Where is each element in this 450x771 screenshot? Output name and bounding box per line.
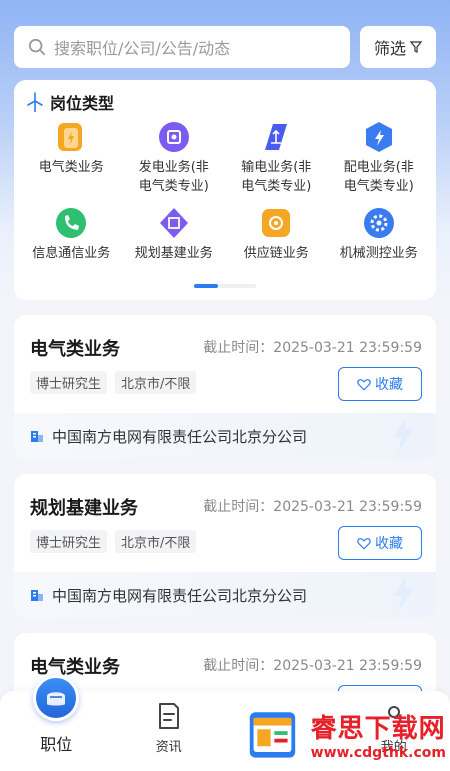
category-label: 配电业务(非 电气类专业): [343, 160, 414, 194]
battery-icon: [58, 123, 83, 151]
watermark-logo-icon: [249, 712, 296, 758]
jobs-tab-icon: [33, 675, 80, 721]
job-category-card: 岗位类型 电气类业务 发电业务(非 电气类专业) 输电业务(非 电气类专业) 配…: [14, 80, 436, 300]
phone-icon: [56, 208, 87, 238]
search-row: 搜索职位/公司/公告/动态 筛选: [14, 26, 436, 68]
job-tags: 博士研究生 北京市/不限: [30, 371, 197, 394]
category-label: 机械测控业务: [339, 246, 418, 261]
category-label: 信息通信业务: [32, 246, 111, 261]
category-header: 岗位类型: [20, 90, 430, 114]
category-item-electrical[interactable]: 电气类业务: [20, 118, 123, 204]
tag-location: 北京市/不限: [115, 530, 197, 553]
favorite-button[interactable]: 收藏: [338, 526, 422, 560]
tab-jobs-label: 职位: [40, 735, 73, 754]
distribution-icon: [365, 122, 392, 152]
job-title: 规划基建业务: [30, 498, 138, 519]
job-card[interactable]: 电气类业务 截止时间：2025-03-21 23:59:59 博士研究生 北京市…: [14, 315, 436, 459]
carousel-indicator: [194, 284, 256, 288]
building-icon: [31, 590, 43, 601]
tab-jobs[interactable]: 职位: [0, 675, 113, 771]
heart-icon: [357, 378, 371, 391]
favorite-button[interactable]: 收藏: [338, 367, 422, 401]
indicator-active: [194, 284, 218, 288]
category-item-power-gen[interactable]: 发电业务(非 电气类专业): [123, 118, 226, 204]
watermark-url: www.cdgthk.com: [310, 744, 446, 761]
job-card[interactable]: 规划基建业务 截止时间：2025-03-21 23:59:59 博士研究生 北京…: [14, 474, 436, 618]
tag-education: 博士研究生: [30, 530, 108, 553]
building-icon: [31, 431, 43, 442]
watermark-name: 睿思下载网: [310, 713, 446, 744]
job-deadline: 截止时间：2025-03-21 23:59:59: [203, 499, 422, 515]
transmission-icon: [265, 124, 288, 150]
category-label: 供应链业务: [243, 246, 309, 261]
category-grid: 电气类业务 发电业务(非 电气类专业) 输电业务(非 电气类专业) 配电业务(非…: [20, 118, 430, 270]
tag-education: 博士研究生: [30, 371, 108, 394]
company-row[interactable]: 中国南方电网有限责任公司北京分公司: [14, 572, 436, 618]
briefcase-icon: [47, 692, 66, 706]
search-placeholder: 搜索职位/公司/公告/动态: [54, 39, 231, 58]
heart-icon: [357, 537, 371, 550]
search-icon: [28, 38, 46, 56]
tab-news[interactable]: 资讯: [113, 691, 226, 771]
favorite-label: 收藏: [375, 377, 403, 393]
lightning-decoration-icon: [394, 576, 414, 612]
category-item-telecom[interactable]: 信息通信业务: [20, 204, 123, 270]
planning-icon: [159, 208, 188, 238]
company-name: 中国南方电网有限责任公司北京分公司: [52, 427, 308, 446]
category-item-supply-chain[interactable]: 供应链业务: [225, 204, 328, 270]
job-title: 电气类业务: [30, 657, 120, 678]
category-label: 发电业务(非 电气类专业): [138, 160, 209, 194]
job-deadline: 截止时间：2025-03-21 23:59:59: [203, 340, 422, 356]
category-label: 输电业务(非 电气类专业): [241, 160, 312, 194]
power-gen-icon: [158, 122, 189, 152]
job-deadline: 截止时间：2025-03-21 23:59:59: [203, 658, 422, 674]
indicator-inactive: [218, 284, 256, 288]
category-item-planning[interactable]: 规划基建业务: [123, 204, 226, 270]
category-item-transmission[interactable]: 输电业务(非 电气类专业): [225, 118, 328, 204]
job-tags: 博士研究生 北京市/不限: [30, 530, 197, 553]
company-name: 中国南方电网有限责任公司北京分公司: [52, 586, 308, 605]
favorite-label: 收藏: [375, 536, 403, 552]
wind-turbine-icon: [27, 92, 43, 112]
filter-label: 筛选: [373, 39, 406, 58]
watermark-text: 睿思下载网 www.cdgthk.com: [311, 708, 446, 761]
supply-chain-icon: [262, 209, 291, 237]
filter-button[interactable]: 筛选: [360, 26, 436, 68]
category-title: 岗位类型: [50, 94, 115, 113]
category-item-distribution[interactable]: 配电业务(非 电气类专业): [328, 118, 431, 204]
gear-icon: [363, 208, 394, 238]
search-input[interactable]: 搜索职位/公司/公告/动态: [14, 26, 350, 68]
filter-icon: [410, 41, 422, 53]
category-item-mechanical[interactable]: 机械测控业务: [328, 204, 431, 270]
category-label: 规划基建业务: [134, 246, 213, 261]
company-row[interactable]: 中国南方电网有限责任公司北京分公司: [14, 413, 436, 459]
watermark: 睿思下载网 www.cdgthk.com: [246, 699, 446, 769]
tag-location: 北京市/不限: [115, 371, 197, 394]
news-icon: [158, 703, 179, 729]
lightning-decoration-icon: [394, 417, 414, 453]
tab-news-label: 资讯: [155, 740, 182, 755]
job-title: 电气类业务: [30, 339, 120, 360]
category-label: 电气类业务: [38, 160, 104, 175]
